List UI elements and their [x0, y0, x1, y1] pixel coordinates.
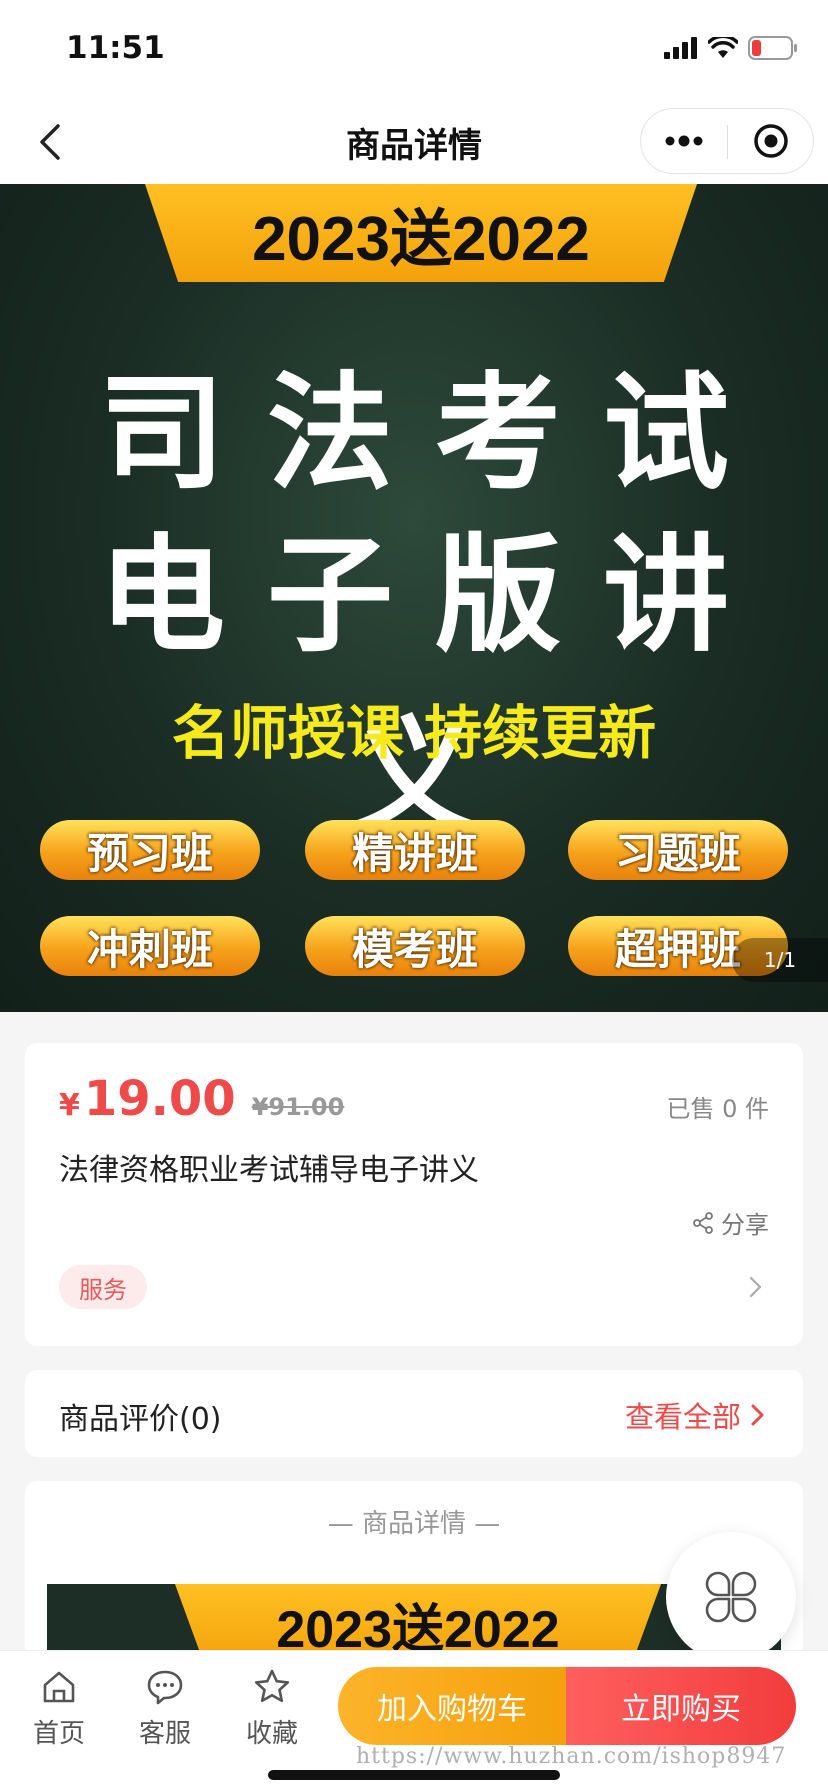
status-bar: 11:51 [0, 0, 828, 100]
navigation-bar: 商品详情 [0, 100, 828, 184]
view-all-label: 查看全部 [624, 1400, 741, 1434]
price-row: ¥ 19.00 ¥91.00 [59, 1071, 344, 1127]
view-all-reviews-link[interactable]: 查看全部 [625, 1394, 769, 1436]
buy-now-button[interactable]: 立即购买 [566, 1667, 796, 1745]
battery-icon [748, 36, 797, 60]
more-button[interactable] [641, 109, 727, 173]
watermark-text: https://www.huzhan.com/ishop8947 [356, 1744, 787, 1769]
banner-title-line1: 司法考试 [99, 360, 771, 507]
banner-slogan: 名师授课 持续更新 [171, 699, 657, 767]
home-indicator [268, 1770, 560, 1780]
wifi-icon [708, 37, 738, 58]
status-icons [664, 36, 798, 60]
banner-title-line2: 电子版讲义 [99, 522, 771, 851]
close-miniprogram-button[interactable] [728, 109, 814, 173]
original-price: ¥91.00 [251, 1093, 345, 1121]
banner-year-tag: 2023送2022 [145, 184, 697, 282]
product-info-card: ¥ 19.00 ¥91.00 已售 0 件 法律资格职业考试辅导电子讲义 分享 … [25, 1043, 803, 1346]
share-icon [693, 1211, 713, 1234]
share-button[interactable]: 分享 [691, 1205, 769, 1240]
currency-symbol: ¥ [59, 1088, 80, 1123]
signal-icon [664, 37, 697, 59]
floating-menu-button[interactable] [666, 1532, 796, 1662]
chevron-right-icon [751, 1404, 764, 1426]
status-time: 11:51 [66, 30, 165, 66]
home-icon [43, 1671, 75, 1703]
product-title: 法律资格职业考试辅导电子讲义 [59, 1153, 479, 1188]
tab-customer-service[interactable]: 客服 [115, 1667, 215, 1750]
tab-home[interactable]: 首页 [9, 1667, 109, 1750]
class-pill: 精讲班 [305, 820, 525, 880]
carousel-counter: 1/1 [732, 938, 828, 982]
star-icon [254, 1669, 290, 1703]
chat-icon [147, 1670, 183, 1705]
class-pill: 冲刺班 [40, 916, 260, 976]
tab-home-label: 首页 [32, 1719, 85, 1749]
miniprogram-capsule [640, 108, 814, 174]
share-label: 分享 [721, 1211, 769, 1239]
tab-customer-service-label: 客服 [138, 1719, 191, 1749]
class-pill: 模考班 [305, 916, 525, 976]
class-pill: 预习班 [40, 820, 260, 880]
tab-favorite[interactable]: 收藏 [222, 1667, 322, 1750]
tab-favorite-label: 收藏 [245, 1719, 298, 1749]
price: 19.00 [83, 1071, 236, 1127]
reviews-card: 商品评价(0) 查看全部 [25, 1370, 803, 1457]
service-tag[interactable]: 服务 [59, 1265, 147, 1309]
more-dots-icon [665, 135, 703, 147]
reviews-label: 商品评价(0) [59, 1402, 222, 1437]
chevron-right-icon[interactable] [741, 1273, 769, 1301]
grid-menu-icon [705, 1571, 757, 1623]
add-to-cart-button[interactable]: 加入购物车 [338, 1667, 566, 1745]
product-image-carousel[interactable]: 2023送2022 司法考试 电子版讲义 名师授课 持续更新 预习班 精讲班 习… [0, 184, 828, 1012]
target-icon [754, 124, 788, 158]
details-heading: — 商品详情 — [327, 1509, 501, 1539]
class-pill: 习题班 [568, 820, 788, 880]
sold-count: 已售 0 件 [666, 1095, 769, 1123]
